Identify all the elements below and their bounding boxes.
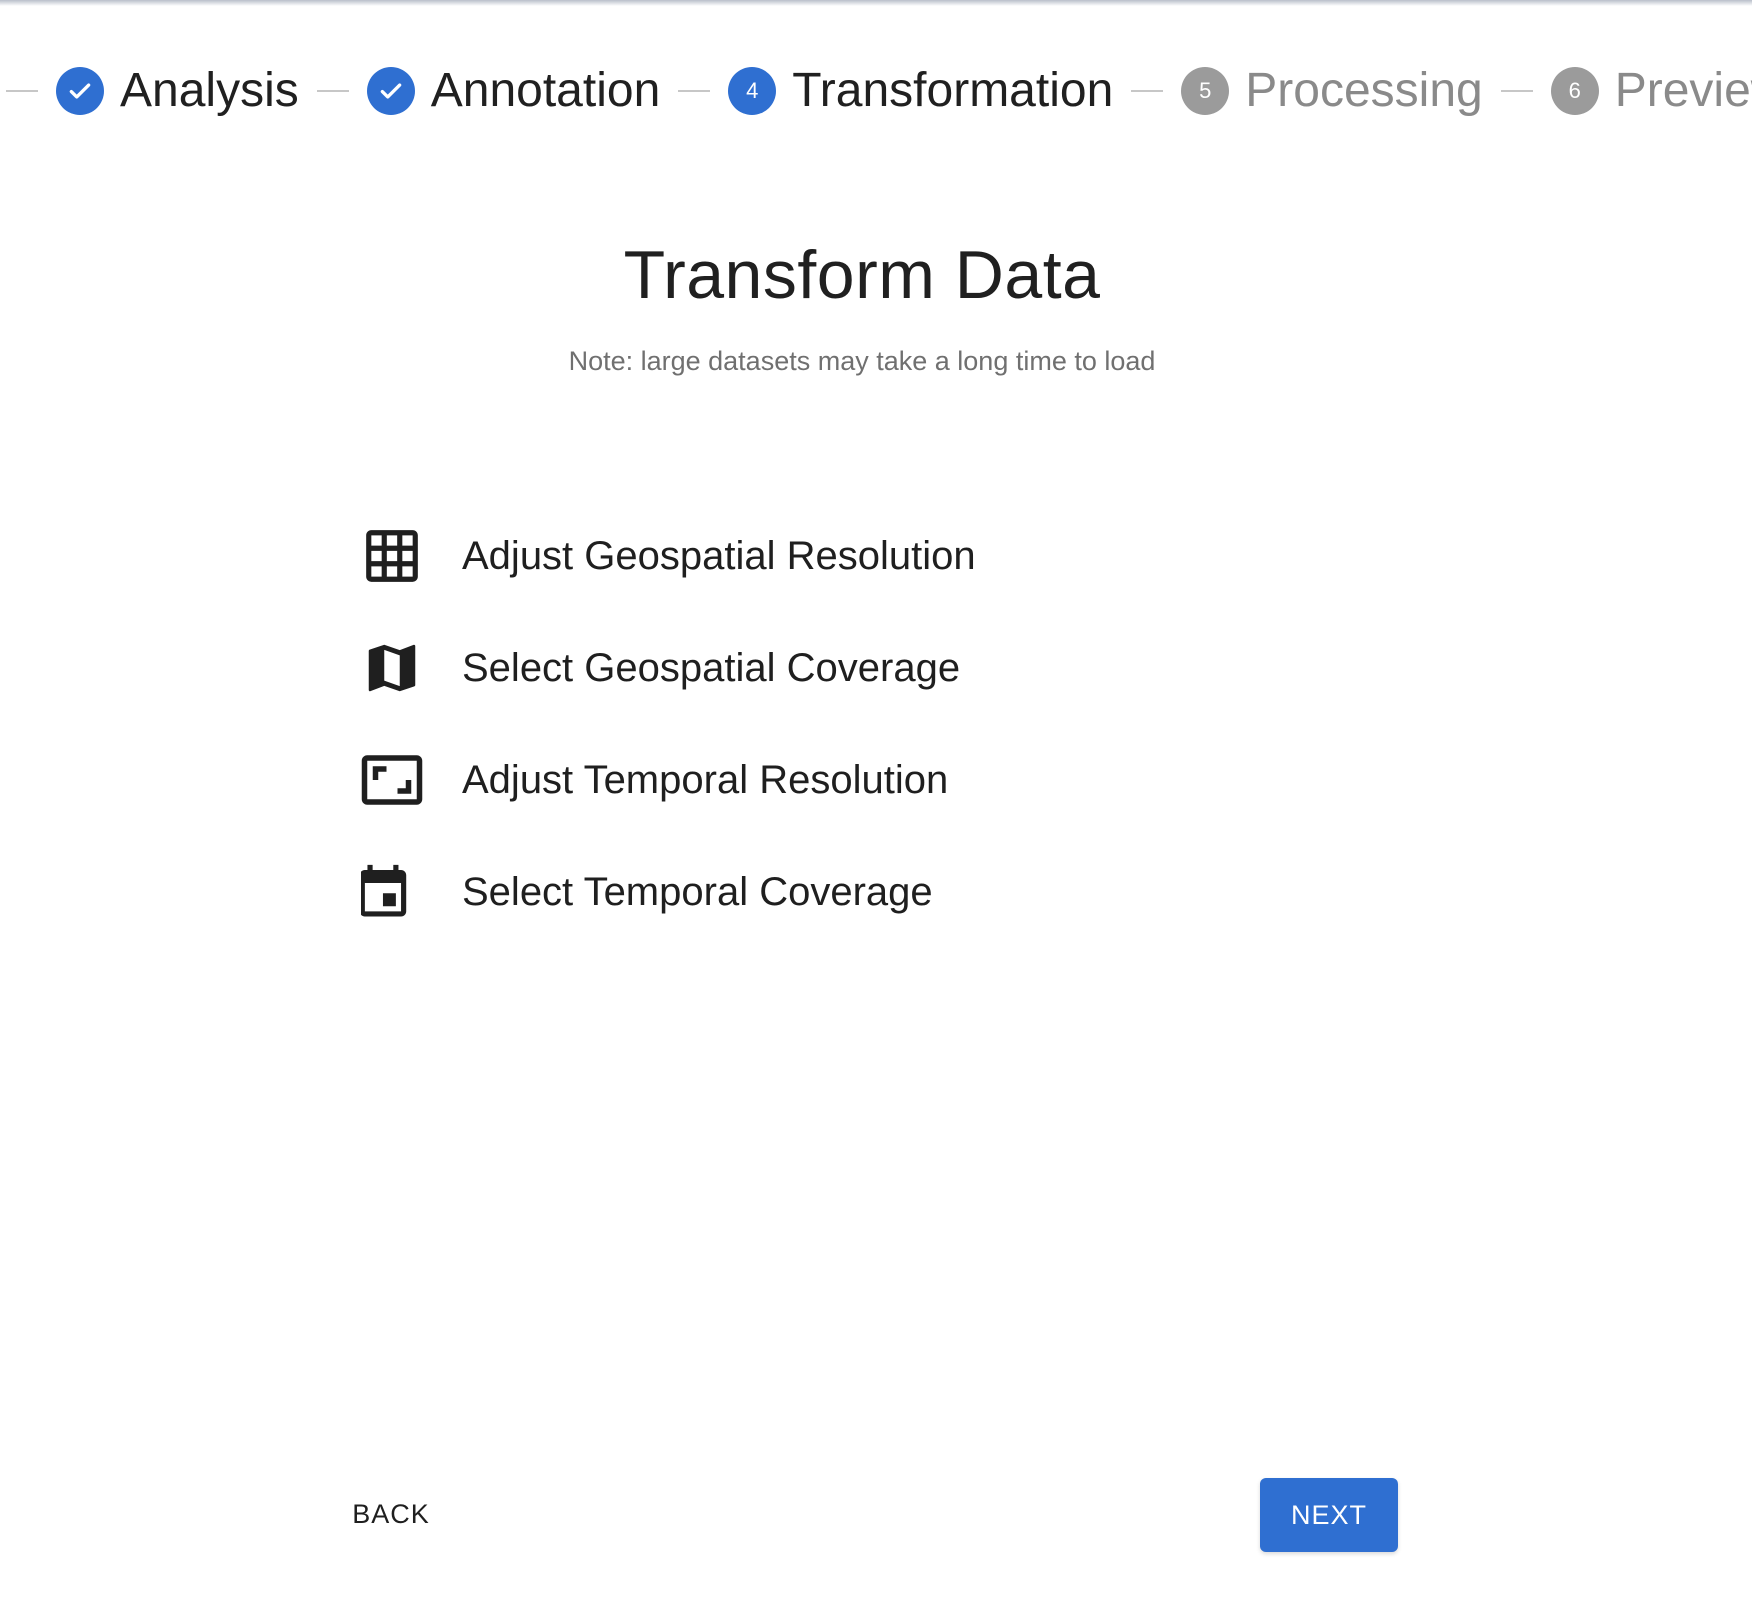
- step-label-annotation: Annotation: [430, 64, 661, 117]
- step-processing[interactable]: 5 Processing: [1181, 64, 1483, 117]
- step-label-processing: Processing: [1245, 64, 1483, 117]
- map-icon: [356, 632, 428, 704]
- transform-options-list: Adjust Geospatial Resolution Select Geos…: [356, 500, 976, 948]
- step-connector: [6, 90, 38, 92]
- option-select-geospatial-coverage[interactable]: Select Geospatial Coverage: [356, 612, 976, 724]
- step-preview[interactable]: 6 Preview: [1550, 64, 1752, 117]
- step-label-preview: Preview: [1614, 64, 1752, 117]
- option-adjust-geospatial-resolution[interactable]: Adjust Geospatial Resolution: [356, 500, 976, 612]
- page-title: Transform Data: [623, 237, 1101, 313]
- back-button[interactable]: BACK: [336, 1484, 446, 1544]
- option-select-temporal-coverage[interactable]: Select Temporal Coverage: [356, 836, 976, 948]
- stepper: Analysis Annotation 4 Transformation 5 P…: [0, 56, 1752, 126]
- step-connector: [1131, 90, 1164, 92]
- next-button[interactable]: NEXT: [1260, 1478, 1398, 1552]
- option-label: Adjust Geospatial Resolution: [462, 533, 976, 578]
- calendar-icon: [356, 856, 428, 928]
- step-number-badge: 5: [1181, 67, 1230, 115]
- step-number-badge: 4: [728, 67, 777, 115]
- step-label-transformation: Transformation: [792, 64, 1114, 117]
- grid-icon: [356, 520, 428, 592]
- step-transformation[interactable]: 4 Transformation: [728, 67, 1113, 115]
- top-shadow: [0, 0, 1752, 6]
- transform-data-page: Analysis Annotation 4 Transformation 5 P…: [0, 0, 1752, 1624]
- option-adjust-temporal-resolution[interactable]: Adjust Temporal Resolution: [356, 724, 976, 836]
- step-connector: [678, 90, 711, 92]
- step-label-analysis: Analysis: [120, 64, 299, 117]
- option-label: Adjust Temporal Resolution: [462, 757, 949, 802]
- check-circle-icon: [366, 67, 415, 115]
- step-connector: [316, 90, 349, 92]
- aspect-ratio-icon: [356, 744, 428, 816]
- step-connector: [1500, 90, 1533, 92]
- option-label: Select Geospatial Coverage: [462, 645, 961, 690]
- step-analysis[interactable]: Analysis: [56, 67, 299, 115]
- step-number-badge: 6: [1550, 67, 1599, 115]
- page-note: Note: large datasets may take a long tim…: [568, 346, 1156, 376]
- option-label: Select Temporal Coverage: [462, 869, 933, 914]
- step-annotation[interactable]: Annotation: [366, 64, 661, 117]
- check-circle-icon: [56, 67, 104, 115]
